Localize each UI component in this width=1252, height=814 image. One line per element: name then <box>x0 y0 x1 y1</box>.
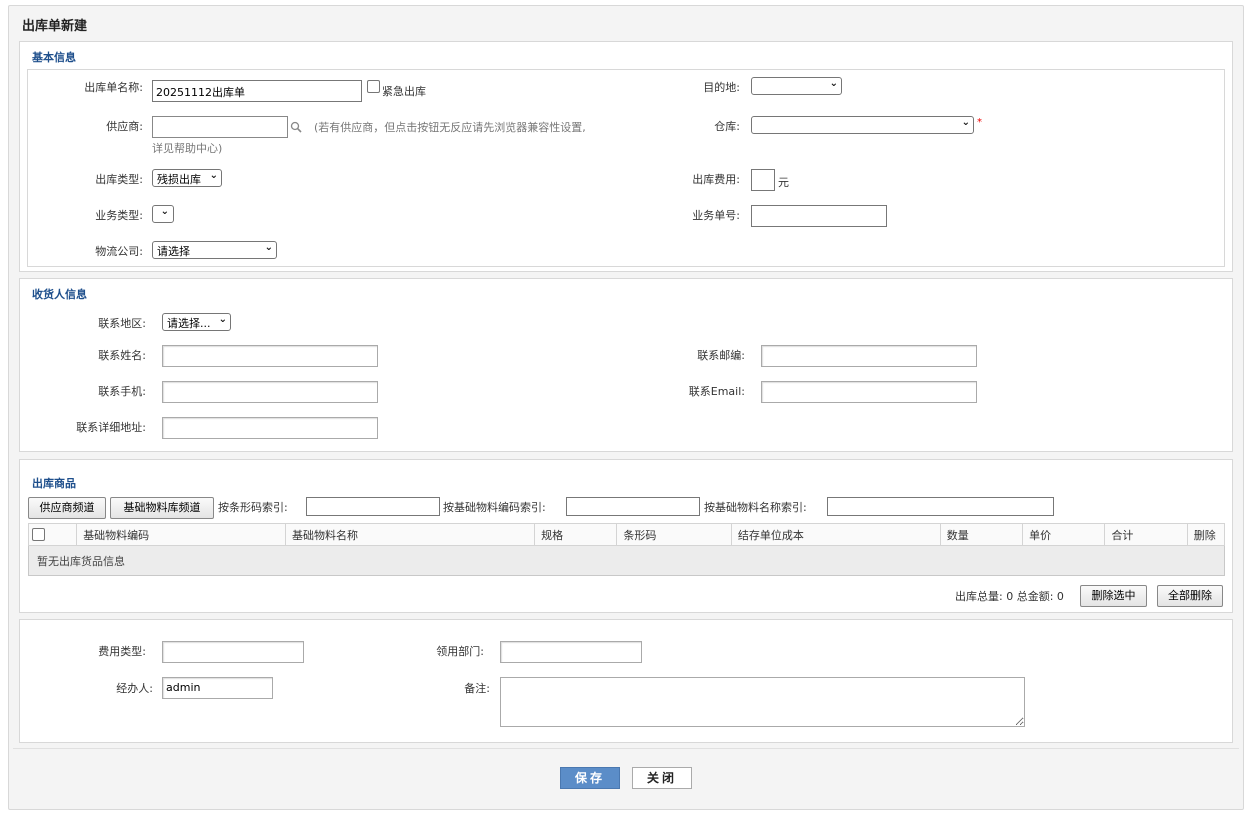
urgent-label: 紧急出库 <box>382 85 426 98</box>
col-quantity[interactable]: 数量 <box>939 523 1024 546</box>
footer-divider <box>13 748 1239 749</box>
chevron-down-icon: ⌄ <box>264 242 273 253</box>
mobile-label: 联系手机: <box>98 385 146 398</box>
outbound-type-select[interactable]: 残损出库 ⌄ <box>152 169 222 187</box>
col-spec[interactable]: 规格 <box>534 523 618 546</box>
barcode-search-input[interactable] <box>306 497 440 516</box>
outbound-type-label: 出库类型: <box>95 173 143 186</box>
save-button[interactable]: 保存 <box>560 767 620 789</box>
business-no-label: 业务单号: <box>692 209 740 222</box>
goods-table: 基础物料编码 基础物料名称 规格 条形码 结存单位成本 数量 单价 合计 删除 … <box>27 523 1226 576</box>
warehouse-select[interactable]: ⌄ <box>751 116 974 134</box>
outbound-fee-input[interactable] <box>751 169 775 191</box>
chevron-down-icon: ⌄ <box>961 117 970 128</box>
remark-label: 备注: <box>464 682 490 695</box>
col-barcode[interactable]: 条形码 <box>616 523 732 546</box>
supplier-input[interactable] <box>152 116 288 138</box>
department-label: 领用部门: <box>436 645 484 658</box>
mobile-input[interactable] <box>162 381 378 403</box>
select-all-header <box>27 523 78 546</box>
contact-name-label: 联系姓名: <box>98 349 146 362</box>
chevron-down-icon: ⌄ <box>209 170 218 181</box>
receiver-title: 收货人信息 <box>32 288 87 301</box>
business-type-select[interactable]: ⌄ <box>152 205 174 223</box>
delete-selected-button[interactable]: 删除选中 <box>1080 585 1147 607</box>
address-input[interactable] <box>162 417 378 439</box>
address-label: 联系详细地址: <box>76 421 146 434</box>
empty-table-message: 暂无出库货品信息 <box>28 545 1225 576</box>
search-icon[interactable] <box>290 121 302 133</box>
urgent-checkbox[interactable] <box>367 80 380 93</box>
region-select[interactable]: 请选择... ⌄ <box>162 313 231 331</box>
remark-textarea[interactable] <box>500 677 1025 727</box>
logistics-label: 物流公司: <box>95 245 143 258</box>
material-channel-button[interactable]: 基础物料库频道 <box>110 497 214 519</box>
page-title: 出库单新建 <box>22 19 88 34</box>
logistics-select[interactable]: 请选择 ⌄ <box>152 241 277 259</box>
supplier-label: 供应商: <box>106 120 143 133</box>
logistics-value: 请选择 <box>157 245 190 258</box>
handler-label: 经办人: <box>116 682 153 695</box>
col-material-name[interactable]: 基础物料名称 <box>285 523 536 546</box>
barcode-search-label: 按条形码索引: <box>218 501 288 514</box>
fee-type-label: 费用类型: <box>98 645 146 658</box>
order-name-label: 出库单名称: <box>84 81 143 94</box>
supplier-note-line2: 详见帮助中心) <box>152 142 223 155</box>
business-no-input[interactable] <box>751 205 887 227</box>
chevron-down-icon: ⌄ <box>160 206 169 217</box>
col-unit-price[interactable]: 单价 <box>1022 523 1106 546</box>
outbound-type-value: 残损出库 <box>157 173 201 186</box>
zip-input[interactable] <box>761 345 977 367</box>
table-row: 暂无出库货品信息 <box>28 545 1225 576</box>
chevron-down-icon: ⌄ <box>829 78 838 89</box>
zip-label: 联系邮编: <box>697 349 745 362</box>
code-search-input[interactable] <box>566 497 700 516</box>
code-search-label: 按基础物料编码索引: <box>443 501 546 514</box>
outbound-fee-label: 出库费用: <box>692 173 740 186</box>
delete-all-button[interactable]: 全部删除 <box>1157 585 1223 607</box>
col-material-code[interactable]: 基础物料编码 <box>76 523 287 546</box>
col-total[interactable]: 合计 <box>1104 523 1188 546</box>
required-mark: * <box>977 117 982 128</box>
supplier-note-line1: (若有供应商，但点击按钮无反应请先浏览器兼容性设置, <box>314 121 586 134</box>
goods-summary: 出库总量: 0 总金额: 0 <box>955 590 1064 603</box>
close-button[interactable]: 关闭 <box>632 767 692 789</box>
warehouse-label: 仓库: <box>714 120 740 133</box>
table-header-row: 基础物料编码 基础物料名称 规格 条形码 结存单位成本 数量 单价 合计 删除 <box>27 523 1226 546</box>
fee-unit-label: 元 <box>778 176 789 189</box>
fee-type-input[interactable] <box>162 641 304 663</box>
basic-info-title: 基本信息 <box>32 51 76 64</box>
goods-title: 出库商品 <box>32 477 76 490</box>
email-label: 联系Email: <box>688 385 745 398</box>
supplier-channel-button[interactable]: 供应商频道 <box>28 497 106 519</box>
region-label: 联系地区: <box>98 317 146 330</box>
handler-input[interactable]: admin <box>162 677 273 699</box>
select-all-checkbox[interactable] <box>32 527 45 541</box>
order-name-input[interactable]: 20251112出库单 <box>152 80 362 102</box>
name-search-input[interactable] <box>827 497 1054 516</box>
destination-label: 目的地: <box>703 81 740 94</box>
contact-name-input[interactable] <box>162 345 378 367</box>
chevron-down-icon: ⌄ <box>218 314 227 325</box>
region-value: 请选择... <box>167 317 211 330</box>
department-input[interactable] <box>500 641 642 663</box>
email-input[interactable] <box>761 381 977 403</box>
col-delete[interactable]: 删除 <box>1186 523 1226 546</box>
col-unit-cost[interactable]: 结存单位成本 <box>730 523 941 546</box>
destination-select[interactable]: ⌄ <box>751 77 842 95</box>
business-type-label: 业务类型: <box>95 209 143 222</box>
name-search-label: 按基础物料名称索引: <box>704 501 807 514</box>
